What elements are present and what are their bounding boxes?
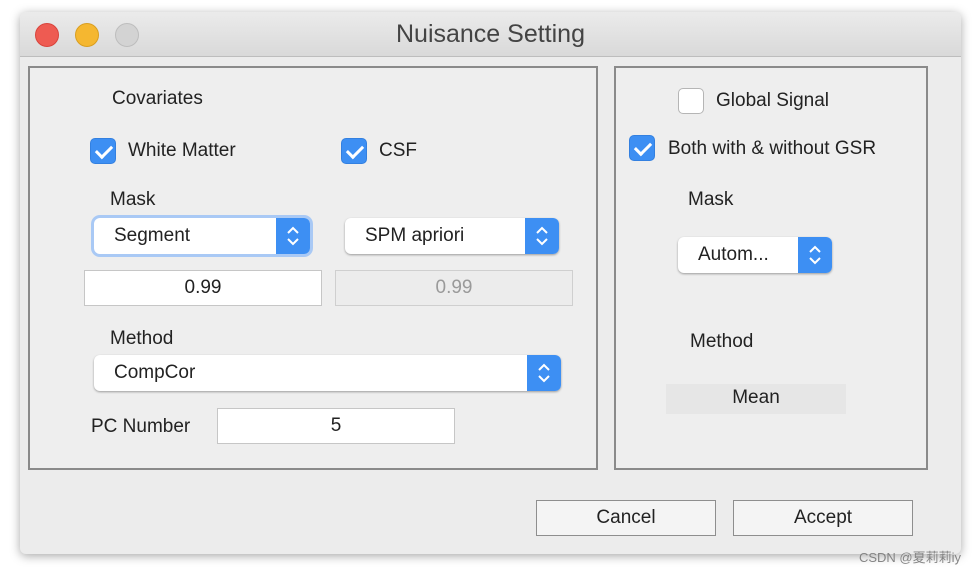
right-mask-select-value: Autom... [698, 244, 769, 265]
right-method-label: Method [690, 331, 754, 352]
window-title: Nuisance Setting [395, 20, 585, 48]
accept-button[interactable]: Accept [733, 500, 913, 536]
up-down-chevron-icon [798, 237, 832, 273]
pc-number-label: PC Number [91, 416, 191, 437]
both-gsr-checkbox[interactable] [629, 135, 655, 161]
method-label: Method [110, 328, 174, 349]
global-signal-checkbox[interactable] [678, 88, 704, 114]
up-down-chevron-icon [525, 218, 559, 254]
up-down-chevron-icon [527, 355, 561, 391]
csf-label[interactable]: CSF [379, 140, 417, 162]
mask-label: Mask [110, 189, 156, 210]
right-mask-select[interactable]: Autom... [678, 237, 832, 273]
wm-mask-select-value: Segment [114, 225, 191, 246]
right-method-value: Mean [666, 384, 846, 414]
white-matter-label[interactable]: White Matter [128, 140, 236, 162]
method-select-value: CompCor [114, 362, 196, 383]
white-matter-checkbox[interactable] [90, 138, 116, 164]
both-gsr-label[interactable]: Both with & without GSR [668, 138, 876, 160]
cancel-button[interactable]: Cancel [536, 500, 716, 536]
pc-number-input[interactable]: 5 [217, 408, 455, 444]
covariates-panel: Covariates White Matter CSF Mask Segment… [28, 66, 598, 470]
wm-threshold-input[interactable]: 0.99 [84, 270, 322, 306]
csf-mask-select[interactable]: SPM apriori [345, 218, 559, 254]
wm-mask-select[interactable]: Segment [94, 218, 310, 254]
global-signal-panel: Global Signal Both with & without GSR Ma… [614, 66, 928, 470]
title-bar: Nuisance Setting [20, 12, 961, 57]
nuisance-setting-window: Nuisance Setting Covariates White Matter… [20, 12, 961, 554]
global-signal-label[interactable]: Global Signal [716, 90, 829, 112]
up-down-chevron-icon [276, 218, 310, 254]
csf-threshold-input: 0.99 [335, 270, 573, 306]
method-select[interactable]: CompCor [94, 355, 561, 391]
watermark-text: CSDN @夏莉莉iy [858, 550, 961, 565]
csf-checkbox[interactable] [341, 138, 367, 164]
right-mask-label: Mask [688, 189, 734, 210]
csf-mask-select-value: SPM apriori [365, 225, 465, 246]
covariates-label: Covariates [112, 88, 203, 109]
